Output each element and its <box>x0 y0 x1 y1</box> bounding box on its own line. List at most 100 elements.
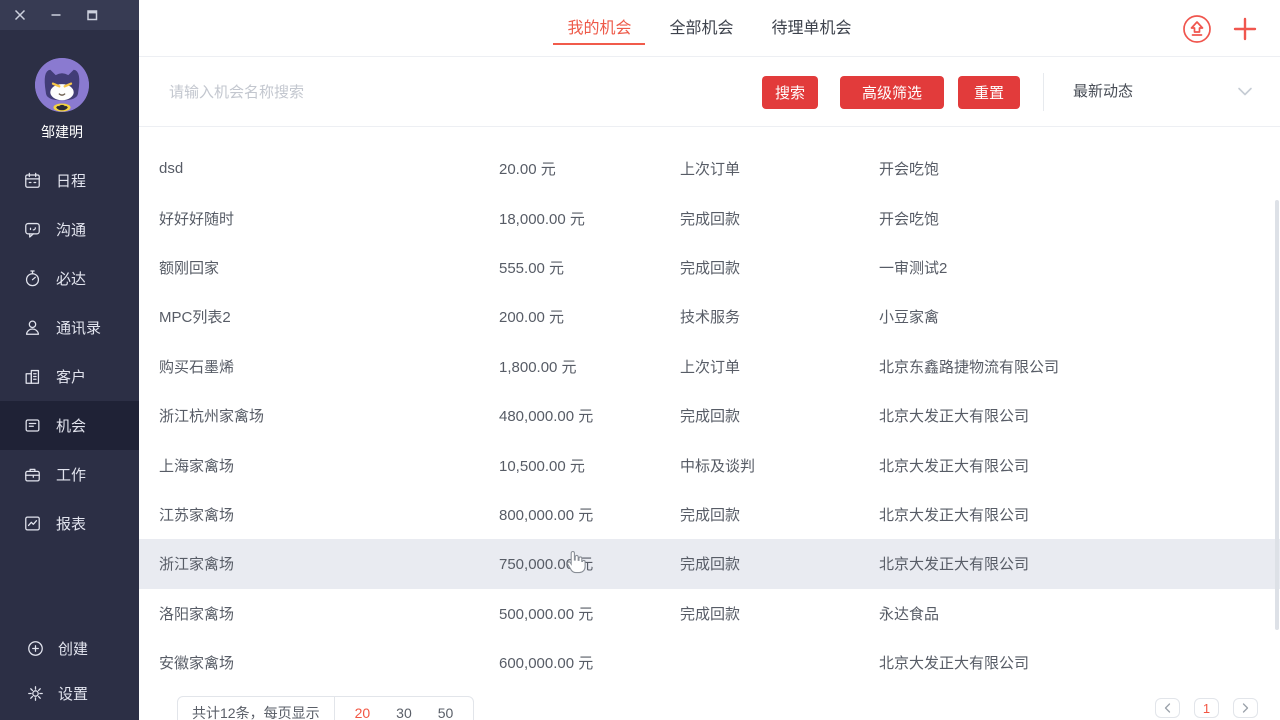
sidebar-item-label: 机会 <box>56 415 86 436</box>
sidebar-menu: 日程 沟通 必达 通讯录 客户 机会 <box>0 156 139 548</box>
opportunity-stage: 完成回款 <box>680 405 879 426</box>
upload-icon[interactable] <box>1182 14 1212 44</box>
opportunity-company: 开会吃饱 <box>879 158 1280 179</box>
chevron-down-icon[interactable] <box>1237 85 1253 103</box>
opportunity-name: 购买石墨烯 <box>139 356 499 377</box>
opportunity-name: 江苏家禽场 <box>139 504 499 525</box>
opportunity-company: 北京大发正大有限公司 <box>879 652 1280 673</box>
avatar[interactable] <box>35 58 89 112</box>
opportunity-stage: 技术服务 <box>680 306 879 327</box>
opportunity-icon <box>23 416 42 435</box>
sidebar-item-label: 创建 <box>58 638 88 659</box>
opportunity-name: dsd <box>139 160 499 177</box>
search-toolbar: 搜索 高级筛选 重置 最新动态 <box>139 57 1280 127</box>
sidebar-item-label: 报表 <box>56 513 86 534</box>
sidebar-item-communication[interactable]: 沟通 <box>0 205 139 254</box>
tab-my-opportunities[interactable]: 我的机会 <box>567 0 631 57</box>
close-icon[interactable] <box>12 7 28 23</box>
add-icon[interactable] <box>1232 16 1258 42</box>
opportunity-company: 开会吃饱 <box>879 208 1280 229</box>
opportunity-name: 洛阳家禽场 <box>139 603 499 624</box>
opportunity-name: MPC列表2 <box>139 306 499 327</box>
opportunity-company: 北京大发正大有限公司 <box>879 455 1280 476</box>
page-buttons: 1 <box>1155 698 1258 718</box>
sidebar-item-reports[interactable]: 报表 <box>0 499 139 548</box>
user-name: 邹建明 <box>41 122 83 142</box>
opportunity-name: 上海家禽场 <box>139 455 499 476</box>
opportunity-amount: 480,000.00 元 <box>499 405 680 426</box>
opportunity-company: 永达食品 <box>879 603 1280 624</box>
sort-dropdown[interactable]: 最新动态 <box>1073 57 1133 127</box>
page-size-50[interactable]: 50 <box>438 705 454 720</box>
opportunity-amount: 10,500.00 元 <box>499 455 680 476</box>
table-row[interactable]: 安徽家禽场 600,000.00 元 北京大发正大有限公司 <box>139 638 1280 687</box>
chevron-right-icon <box>1242 703 1249 713</box>
pagination-summary: 共计12条，每页显示 <box>178 697 335 720</box>
maximize-icon[interactable] <box>84 7 100 23</box>
current-page-button[interactable]: 1 <box>1194 698 1219 718</box>
opportunity-name: 浙江家禽场 <box>139 553 499 574</box>
search-input[interactable] <box>169 57 689 127</box>
pagination-bar: 共计12条，每页显示 20 30 50 1 <box>139 690 1280 720</box>
tab-pending-opportunities[interactable]: 待理单机会 <box>772 0 852 57</box>
advanced-filter-button[interactable]: 高级筛选 <box>840 76 944 109</box>
tab-bar: 我的机会 全部机会 待理单机会 <box>139 0 1280 57</box>
sidebar-item-create[interactable]: 创建 <box>0 626 139 671</box>
page-size-20[interactable]: 20 <box>355 705 371 720</box>
opportunity-company: 北京大发正大有限公司 <box>879 405 1280 426</box>
table-row[interactable]: 购买石墨烯 1,800.00 元 上次订单 北京东鑫路捷物流有限公司 <box>139 342 1280 391</box>
opportunity-stage: 完成回款 <box>680 257 879 278</box>
prev-page-button[interactable] <box>1155 698 1180 718</box>
sidebar-item-bida[interactable]: 必达 <box>0 254 139 303</box>
next-page-button[interactable] <box>1233 698 1258 718</box>
sidebar-item-opportunities[interactable]: 机会 <box>0 401 139 450</box>
page-size-30[interactable]: 30 <box>396 705 412 720</box>
user-profile: 邹建明 <box>0 58 124 142</box>
opportunity-stage: 上次订单 <box>680 356 879 377</box>
scrollbar-thumb[interactable] <box>1275 200 1279 630</box>
opportunity-name: 安徽家禽场 <box>139 652 499 673</box>
opportunity-amount: 20.00 元 <box>499 158 680 179</box>
chevron-left-icon <box>1164 703 1171 713</box>
table-row[interactable]: 洛阳家禽场 500,000.00 元 完成回款 永达食品 <box>139 589 1280 638</box>
sidebar-item-label: 工作 <box>56 464 86 485</box>
opportunity-amount: 600,000.00 元 <box>499 652 680 673</box>
sidebar-item-label: 设置 <box>58 683 88 704</box>
search-button[interactable]: 搜索 <box>762 76 818 109</box>
sidebar-item-settings[interactable]: 设置 <box>0 671 139 716</box>
stopwatch-icon <box>23 269 42 288</box>
reset-button[interactable]: 重置 <box>958 76 1020 109</box>
opportunity-amount: 800,000.00 元 <box>499 504 680 525</box>
sidebar-item-work[interactable]: 工作 <box>0 450 139 499</box>
contacts-icon <box>23 318 42 337</box>
gear-icon <box>26 684 45 703</box>
opportunity-stage: 上次订单 <box>680 158 879 179</box>
sidebar-item-label: 通讯录 <box>56 317 101 338</box>
opportunity-amount: 750,000.00 元 <box>499 553 680 574</box>
table-row[interactable]: 上海家禽场 10,500.00 元 中标及谈判 北京大发正大有限公司 <box>139 440 1280 489</box>
table-row[interactable]: 浙江家禽场 750,000.00 元 完成回款 北京大发正大有限公司 <box>139 539 1280 588</box>
minimize-icon[interactable] <box>48 7 64 23</box>
table-row[interactable]: 浙江杭州家禽场 480,000.00 元 完成回款 北京大发正大有限公司 <box>139 391 1280 440</box>
report-icon <box>23 514 42 533</box>
table-row[interactable]: 江苏家禽场 800,000.00 元 完成回款 北京大发正大有限公司 <box>139 490 1280 539</box>
table-row[interactable]: dsd 20.00 元 上次订单 开会吃饱 <box>139 144 1280 193</box>
customer-icon <box>23 367 42 386</box>
sidebar-item-label: 客户 <box>56 366 86 387</box>
sidebar-footer: 创建 设置 <box>0 626 139 716</box>
table-row[interactable]: 额刚回家 555.00 元 完成回款 一审测试2 <box>139 243 1280 292</box>
table-row[interactable]: MPC列表2 200.00 元 技术服务 小豆家禽 <box>139 292 1280 341</box>
sidebar-item-contacts[interactable]: 通讯录 <box>0 303 139 352</box>
sidebar-item-customers[interactable]: 客户 <box>0 352 139 401</box>
opportunity-list: dsd 20.00 元 上次订单 开会吃饱 好好好随时 18,000.00 元 … <box>139 127 1280 687</box>
table-row[interactable]: 好好好随时 18,000.00 元 完成回款 开会吃饱 <box>139 193 1280 242</box>
opportunity-name: 浙江杭州家禽场 <box>139 405 499 426</box>
sidebar-item-schedule[interactable]: 日程 <box>0 156 139 205</box>
opportunity-stage: 完成回款 <box>680 553 879 574</box>
opportunity-stage: 完成回款 <box>680 504 879 525</box>
calendar-icon <box>23 171 42 190</box>
sidebar: 邹建明 日程 沟通 必达 通讯录 客户 <box>0 0 139 720</box>
tab-all-opportunities[interactable]: 全部机会 <box>669 0 733 57</box>
opportunity-amount: 18,000.00 元 <box>499 208 680 229</box>
opportunity-company: 一审测试2 <box>879 257 1280 278</box>
